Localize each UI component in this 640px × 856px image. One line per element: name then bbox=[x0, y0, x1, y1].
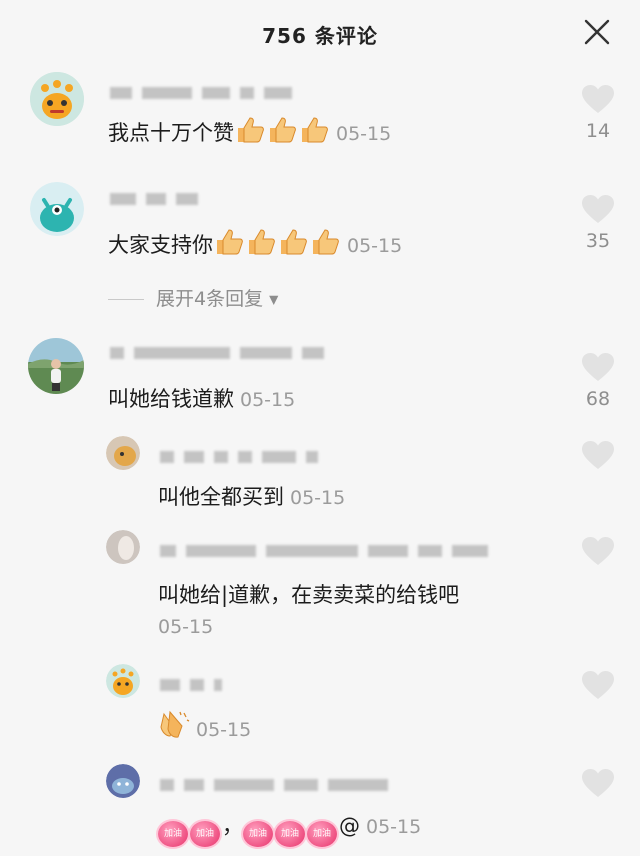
thumbs-up-icon bbox=[213, 228, 245, 261]
thumbs-up-icon bbox=[298, 116, 330, 149]
thumbs-up-icon bbox=[309, 228, 341, 261]
close-icon[interactable] bbox=[583, 18, 611, 46]
avatar[interactable] bbox=[106, 664, 140, 698]
clapping-hands-icon bbox=[158, 710, 190, 745]
reply-text: 叫他全都买到 05-15 bbox=[158, 485, 346, 509]
comment-text: 我点十万个赞 05-15 bbox=[108, 116, 391, 149]
comment-time: 05-15 bbox=[336, 123, 392, 145]
heart-icon bbox=[582, 769, 614, 797]
cheer-badge: 加油 bbox=[243, 821, 273, 847]
username-blurred bbox=[160, 450, 318, 464]
reply-text: 叫她给|道歉，在卖卖菜的给钱吧 bbox=[158, 583, 460, 607]
like-count: 35 bbox=[585, 230, 611, 252]
reply-text: 加油 加油，加油 加油 加油 @05-15 bbox=[158, 810, 421, 847]
like-button[interactable]: 68 bbox=[580, 352, 616, 410]
heart-icon bbox=[582, 353, 614, 381]
username-blurred bbox=[160, 678, 222, 692]
like-button[interactable]: 14 bbox=[580, 84, 616, 142]
comment-text: 大家支持你 05-15 bbox=[108, 228, 402, 261]
username-blurred bbox=[160, 544, 488, 558]
comment-text: 叫她给钱道歉 05-15 bbox=[108, 387, 296, 411]
cheer-badge: 加油 bbox=[275, 821, 305, 847]
comment-time: 05-15 bbox=[347, 235, 403, 257]
reply-time: 05-15 bbox=[196, 719, 252, 741]
avatar[interactable] bbox=[28, 338, 84, 394]
caret-down-icon: ▼ bbox=[269, 292, 279, 307]
username-blurred bbox=[110, 192, 198, 206]
header: 756 条评论 bbox=[0, 0, 640, 64]
heart-icon bbox=[582, 671, 614, 699]
reply-time: 05-15 bbox=[290, 487, 346, 509]
heart-icon bbox=[582, 441, 614, 469]
reply-text: 05-15 bbox=[158, 710, 251, 745]
username-blurred bbox=[110, 86, 292, 100]
username-blurred bbox=[110, 346, 324, 360]
reply-time: 05-15 bbox=[158, 616, 214, 638]
thumbs-up-icon bbox=[234, 116, 266, 149]
thumbs-up-icon bbox=[266, 116, 298, 149]
like-count: 14 bbox=[585, 120, 611, 142]
like-button[interactable] bbox=[580, 670, 616, 704]
comment-count-title: 756 条评论 bbox=[262, 24, 378, 48]
cheer-badge: 加油 bbox=[190, 821, 220, 847]
avatar[interactable] bbox=[106, 764, 140, 798]
thumbs-up-icon bbox=[277, 228, 309, 261]
like-button[interactable] bbox=[580, 768, 616, 802]
like-count: 68 bbox=[585, 388, 611, 410]
avatar[interactable] bbox=[106, 530, 140, 564]
comment-time: 05-15 bbox=[240, 389, 296, 411]
heart-icon bbox=[582, 85, 614, 113]
divider bbox=[108, 299, 144, 300]
like-button[interactable] bbox=[580, 440, 616, 474]
avatar[interactable] bbox=[30, 72, 84, 126]
cheer-badge: 加油 bbox=[158, 821, 188, 847]
expand-replies-label: 展开4条回复 bbox=[156, 288, 264, 310]
like-button[interactable] bbox=[580, 536, 616, 570]
username-blurred bbox=[160, 778, 388, 792]
mention[interactable]: @ bbox=[339, 814, 360, 838]
expand-replies-button[interactable]: 展开4条回复 ▼ bbox=[108, 284, 278, 311]
avatar[interactable] bbox=[30, 182, 84, 236]
like-button[interactable]: 35 bbox=[580, 194, 616, 252]
heart-icon bbox=[582, 537, 614, 565]
reply-time: 05-15 bbox=[366, 816, 422, 838]
heart-icon bbox=[582, 195, 614, 223]
avatar[interactable] bbox=[106, 436, 140, 470]
cheer-badge: 加油 bbox=[307, 821, 337, 847]
thumbs-up-icon bbox=[245, 228, 277, 261]
